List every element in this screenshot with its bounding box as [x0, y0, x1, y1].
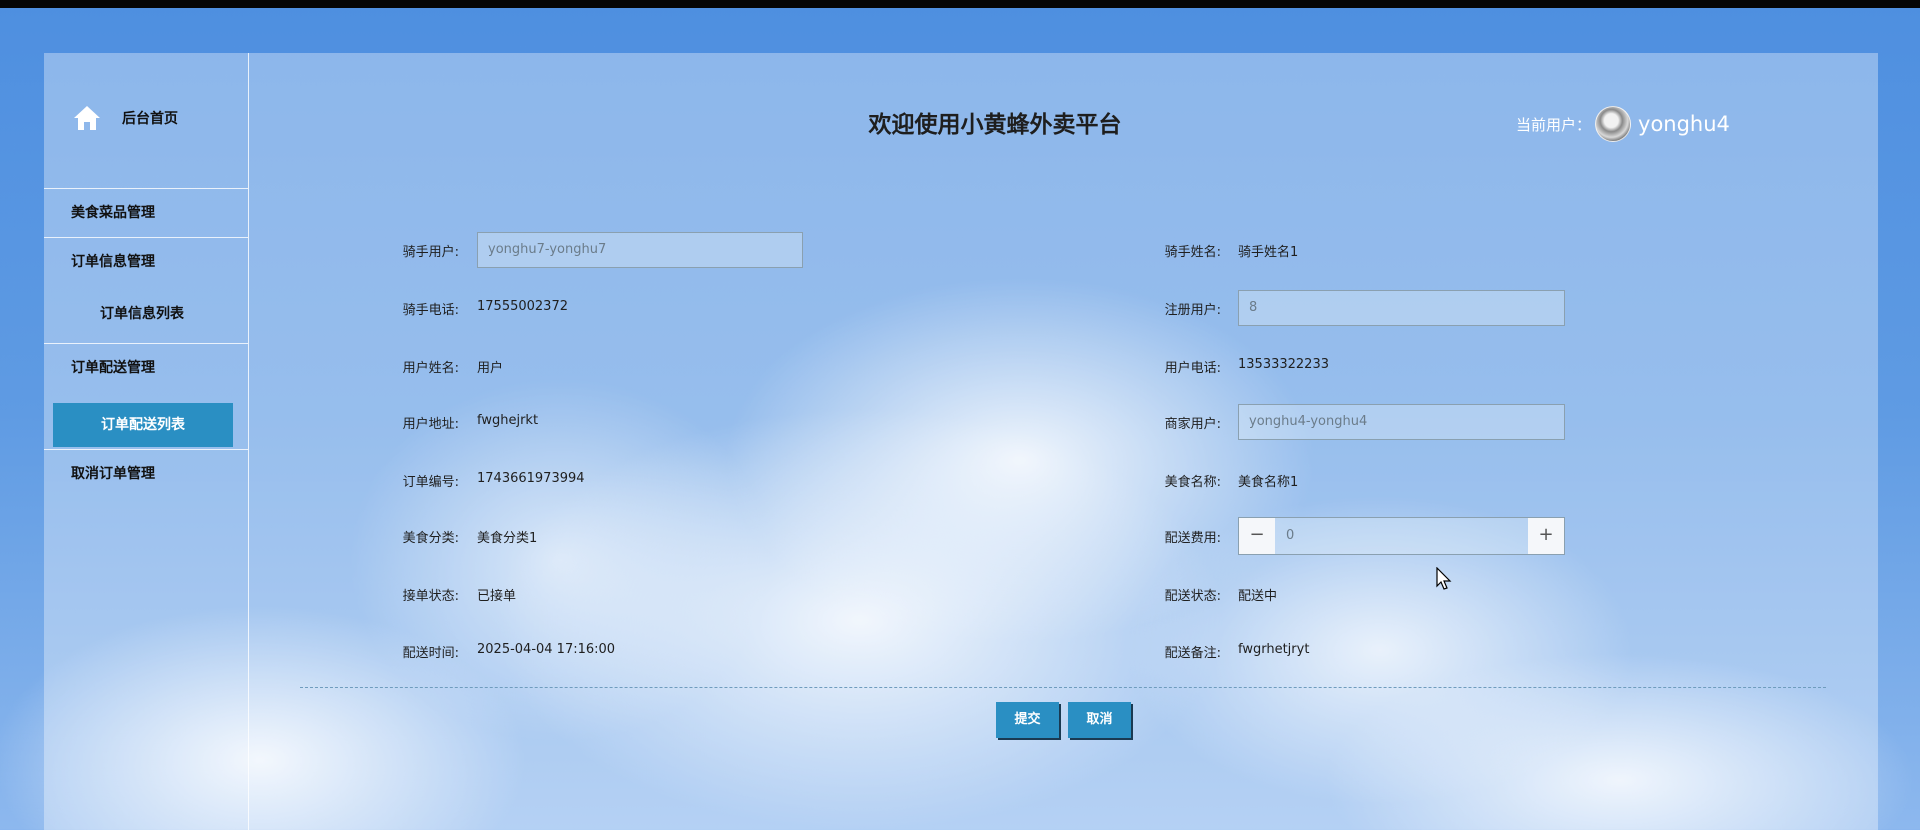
user-name-value: 用户: [477, 361, 504, 376]
sidebar-active-wrap: 订单配送列表: [44, 392, 248, 449]
delivery-fee-stepper[interactable]: − 0 +: [1238, 517, 1565, 555]
food-name-value: 美食名称1: [1238, 475, 1299, 490]
user-name-label: 用户姓名:: [402, 361, 459, 376]
delivery-fee-label: 配送费用:: [1164, 531, 1221, 546]
increment-button[interactable]: +: [1528, 518, 1564, 554]
sidebar-item-delivery-list[interactable]: 订单配送列表: [53, 403, 233, 447]
delivery-fee-input[interactable]: 0: [1275, 518, 1528, 554]
user-phone-label: 用户电话:: [1164, 361, 1221, 376]
rider-name-value: 骑手姓名1: [1238, 245, 1299, 260]
user-address-value: fwghejrkt: [477, 413, 539, 428]
sidebar-menu: 美食菜品管理 订单信息管理 订单信息列表 订单配送管理 订单配送列表 取消订单管…: [44, 188, 248, 498]
rider-phone-value: 17555002372: [477, 299, 568, 314]
decrement-button[interactable]: −: [1239, 518, 1275, 554]
accept-status-value: 已接单: [477, 589, 517, 604]
delivery-status-label: 配送状态:: [1164, 589, 1221, 604]
delivery-time-value: 2025-04-04 17:16:00: [477, 642, 616, 657]
order-number-label: 订单编号:: [402, 475, 459, 490]
window-top-bar: [0, 0, 1920, 8]
food-category-value: 美食分类1: [477, 531, 538, 546]
registered-user-input[interactable]: 8: [1238, 290, 1565, 326]
sidebar-item-delivery-management[interactable]: 订单配送管理: [44, 343, 248, 392]
merchant-user-label: 商家用户:: [1164, 417, 1221, 432]
current-user-label: 当前用户：: [1516, 115, 1592, 134]
merchant-user-input[interactable]: yonghu4-yonghu4: [1238, 404, 1565, 440]
form-divider: [300, 687, 1826, 688]
sidebar-item-order-management[interactable]: 订单信息管理: [44, 237, 248, 286]
user-phone-value: 13533322233: [1238, 357, 1329, 372]
rider-name-label: 骑手姓名:: [1164, 245, 1221, 260]
food-category-label: 美食分类:: [402, 531, 459, 546]
order-number-value: 1743661973994: [477, 471, 585, 486]
avatar[interactable]: [1595, 106, 1632, 142]
delivery-note-value: fwgrhetjryt: [1238, 642, 1310, 657]
delivery-note-label: 配送备注:: [1164, 646, 1221, 661]
rider-phone-label: 骑手电话:: [402, 303, 459, 318]
delivery-status-value: 配送中: [1238, 589, 1278, 604]
current-user-name[interactable]: yonghu4: [1638, 112, 1730, 136]
submit-button[interactable]: 提交: [996, 702, 1059, 738]
user-address-label: 用户地址:: [402, 417, 459, 432]
accept-status-label: 接单状态:: [402, 589, 459, 604]
rider-user-input[interactable]: yonghu7-yonghu7: [477, 232, 803, 268]
rider-user-label: 骑手用户:: [402, 245, 459, 260]
sidebar-item-food-management[interactable]: 美食菜品管理: [44, 188, 248, 237]
registered-user-label: 注册用户:: [1164, 303, 1221, 318]
delivery-time-label: 配送时间:: [402, 646, 459, 661]
cancel-button[interactable]: 取消: [1068, 702, 1131, 738]
food-name-label: 美食名称:: [1164, 475, 1221, 490]
current-user-area: 当前用户： yonghu4: [1516, 106, 1730, 142]
main-panel: [44, 53, 1878, 830]
sidebar-item-order-list[interactable]: 订单信息列表: [44, 286, 248, 343]
mouse-cursor-icon: [1436, 567, 1452, 590]
sidebar-item-cancel-order-management[interactable]: 取消订单管理: [44, 449, 248, 498]
sidebar: 后台首页 美食菜品管理 订单信息管理 订单信息列表 订单配送管理 订单配送列表 …: [44, 53, 249, 830]
